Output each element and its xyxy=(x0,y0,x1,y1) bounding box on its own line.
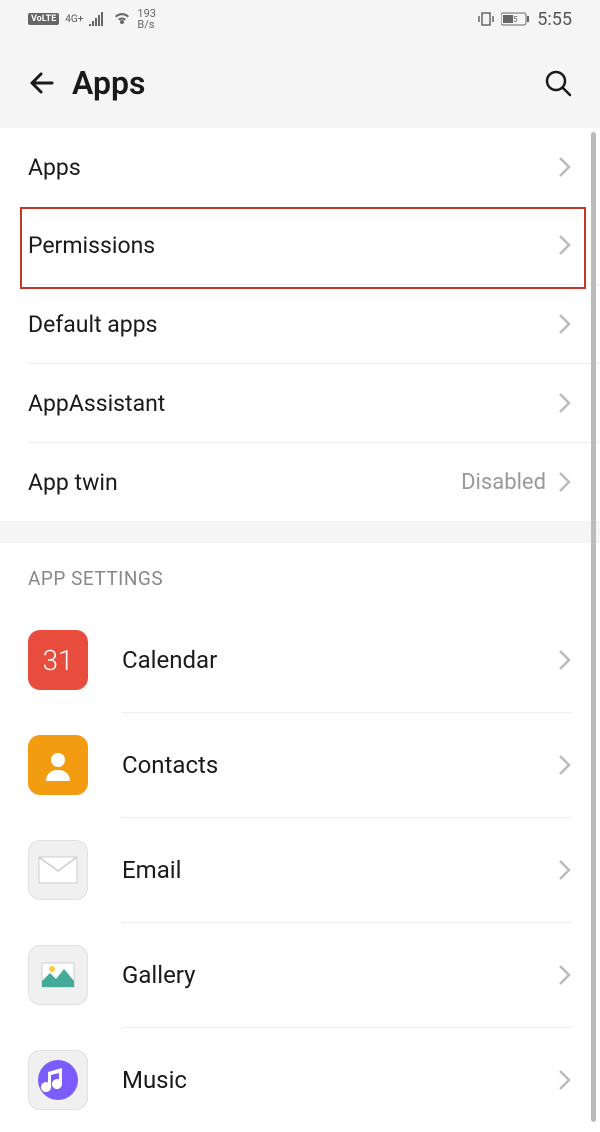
music-icon xyxy=(28,1050,88,1110)
app-label: Contacts xyxy=(122,751,558,779)
status-right: 45 5:55 xyxy=(477,9,572,30)
battery-icon: 45 xyxy=(501,12,531,26)
list-item-value: Disabled xyxy=(461,470,546,495)
list-item-label: App twin xyxy=(28,469,461,496)
search-button[interactable] xyxy=(536,61,580,105)
app-item-contacts[interactable]: Contacts xyxy=(0,713,600,817)
chevron-right-icon xyxy=(558,859,572,881)
list-item-label: Apps xyxy=(28,154,558,181)
chevron-right-icon xyxy=(558,313,572,335)
list-item-label: AppAssistant xyxy=(28,390,558,417)
app-item-calendar[interactable]: 31 Calendar xyxy=(0,608,600,712)
page-title: Apps xyxy=(72,64,145,102)
vibrate-icon xyxy=(477,11,495,27)
calendar-icon: 31 xyxy=(28,630,88,690)
chevron-right-icon xyxy=(558,156,572,178)
chevron-right-icon xyxy=(558,471,572,493)
chevron-right-icon xyxy=(558,649,572,671)
chevron-right-icon xyxy=(558,392,572,414)
chevron-right-icon xyxy=(558,964,572,986)
list-item-default-apps[interactable]: Default apps xyxy=(0,285,600,363)
app-label: Email xyxy=(122,856,558,884)
volte-badge: VoLTE xyxy=(28,13,59,25)
wifi-icon xyxy=(113,12,131,26)
contacts-icon xyxy=(28,735,88,795)
back-arrow-icon xyxy=(26,67,58,99)
chevron-right-icon xyxy=(558,754,572,776)
main-list: Apps Permissions Default apps AppAssista… xyxy=(0,128,600,521)
list-item-app-twin[interactable]: App twin Disabled xyxy=(0,443,600,521)
gallery-icon xyxy=(28,945,88,1005)
data-rate: 193 B/s xyxy=(137,8,156,30)
app-label: Calendar xyxy=(122,646,558,674)
search-icon xyxy=(542,67,574,99)
list-item-label: Default apps xyxy=(28,311,558,338)
app-header: Apps xyxy=(0,38,600,128)
list-item-apps[interactable]: Apps xyxy=(0,128,600,206)
app-item-music[interactable]: Music xyxy=(0,1028,600,1132)
list-item-label: Permissions xyxy=(28,232,558,259)
list-item-permissions[interactable]: Permissions xyxy=(0,206,600,284)
email-icon xyxy=(28,840,88,900)
back-button[interactable] xyxy=(20,61,64,105)
scrollbar[interactable] xyxy=(591,132,596,1122)
signal-icon xyxy=(89,12,107,26)
list-item-appassistant[interactable]: AppAssistant xyxy=(0,364,600,442)
status-left: VoLTE 4G+ 193 B/s xyxy=(28,8,156,30)
app-item-gallery[interactable]: Gallery xyxy=(0,923,600,1027)
status-bar: VoLTE 4G+ 193 B/s 45 5:55 xyxy=(0,0,600,38)
chevron-right-icon xyxy=(558,1069,572,1091)
app-label: Music xyxy=(122,1066,558,1094)
app-label: Gallery xyxy=(122,961,558,989)
network-icon: 4G+ xyxy=(65,14,83,25)
section-header: APP SETTINGS xyxy=(0,543,600,608)
chevron-right-icon xyxy=(558,234,572,256)
app-item-email[interactable]: Email xyxy=(0,818,600,922)
app-settings-section: APP SETTINGS 31 Calendar Contacts Email … xyxy=(0,543,600,1132)
clock: 5:55 xyxy=(537,9,572,30)
svg-text:45: 45 xyxy=(509,15,518,24)
section-gap xyxy=(0,521,600,543)
